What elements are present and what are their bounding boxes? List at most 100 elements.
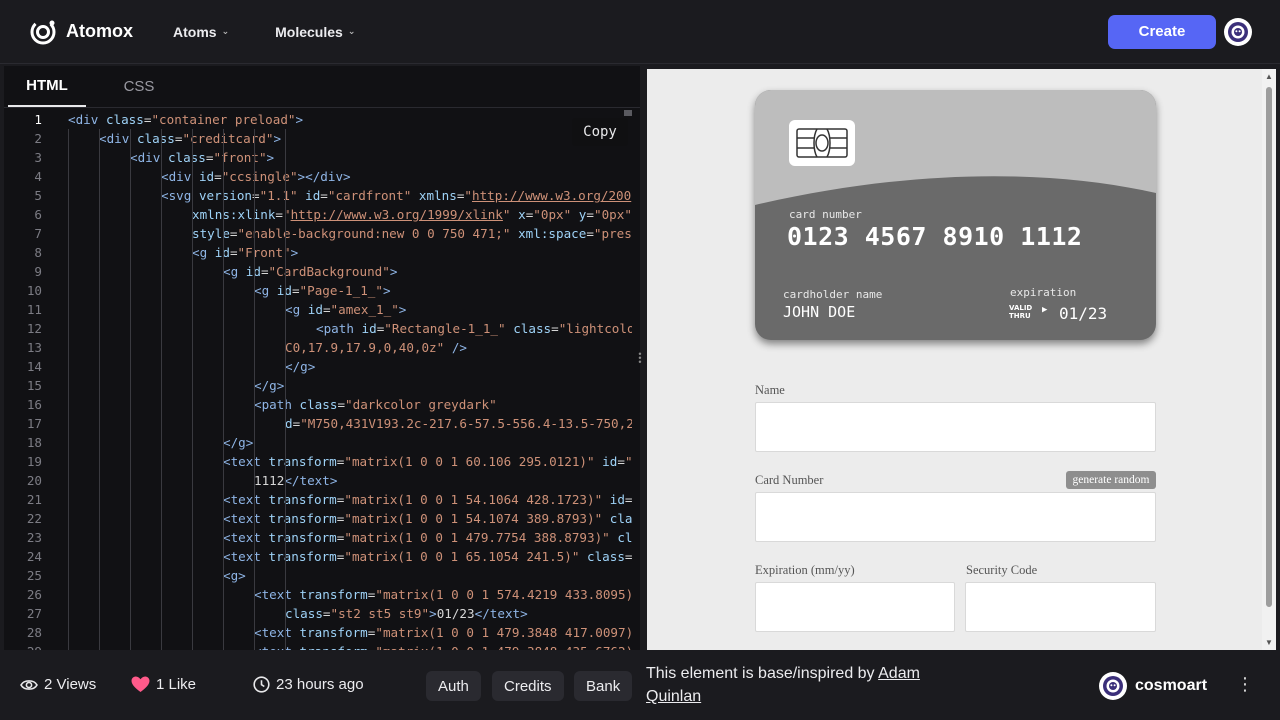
security-code-input[interactable] xyxy=(965,582,1156,632)
code-text: <div class="creditcard"> xyxy=(99,131,282,146)
copy-button[interactable]: Copy xyxy=(572,118,628,146)
line-number: 18 xyxy=(26,435,42,450)
line-number: 20 xyxy=(26,473,42,488)
indent-guide xyxy=(99,129,100,650)
code-scrollbar[interactable] xyxy=(624,110,632,116)
indent-guide xyxy=(68,129,69,650)
tag-credits[interactable]: Credits xyxy=(492,671,564,701)
more-options-icon[interactable]: ⋮ xyxy=(1236,674,1254,695)
inspired-note: This element is base/inspired by Adam Qu… xyxy=(646,662,966,708)
expiration-field-label: Expiration (mm/yy) xyxy=(755,563,855,577)
line-number: 27 xyxy=(26,606,42,621)
line-number: 23 xyxy=(26,530,42,545)
line-number: 17 xyxy=(26,416,42,431)
brand[interactable]: Atomox xyxy=(28,17,133,47)
line-number: 8 xyxy=(34,245,42,260)
expiration-input[interactable] xyxy=(755,582,955,632)
tab-css[interactable]: CSS xyxy=(100,65,178,107)
views-stat: 2 Views xyxy=(20,676,96,693)
nav-molecules-label: Molecules xyxy=(275,23,343,40)
editor-tabs: HTML CSS xyxy=(4,66,640,108)
resize-handle-icon[interactable]: • • • xyxy=(637,350,643,367)
code-text: <text transform="matrix(1 0 0 1 60.106 2… xyxy=(223,454,632,469)
indent-guide xyxy=(223,129,224,650)
name-input[interactable] xyxy=(755,402,1156,452)
line-number: 7 xyxy=(34,226,42,241)
code-text: </g> xyxy=(254,378,285,393)
line-number: 12 xyxy=(26,321,42,336)
tag-auth[interactable]: Auth xyxy=(426,671,481,701)
chip-icon xyxy=(789,120,855,166)
code-text: C0,17.9,17.9,0,40,0z" /> xyxy=(285,340,467,355)
nav-atoms[interactable]: Atoms ⌄ xyxy=(173,24,229,40)
code-text: <text transform="matrix(1 0 0 1 54.1074 … xyxy=(223,511,632,526)
avatar-icon xyxy=(1228,21,1248,42)
credit-card: card number 0123 4567 8910 1112 cardhold… xyxy=(755,90,1156,340)
code-text: style="enable-background:new 0 0 750 471… xyxy=(192,226,632,241)
play-arrow-icon: ▶ xyxy=(1042,305,1048,315)
line-number: 24 xyxy=(26,549,42,564)
inspired-prefix: This element is base/inspired by xyxy=(646,665,879,682)
code-text: <g> xyxy=(223,568,246,583)
author-avatar[interactable] xyxy=(1099,672,1127,700)
line-number: 5 xyxy=(34,188,42,203)
main-nav: Atoms ⌄ Molecules ⌄ xyxy=(173,24,355,40)
brand-name: Atomox xyxy=(66,21,133,41)
line-number: 14 xyxy=(26,359,42,374)
cardholder-label: cardholder name xyxy=(783,288,883,301)
line-number: 19 xyxy=(26,454,42,469)
code-text: <text transform="matrix(1 0 0 1 574.4219… xyxy=(254,587,632,602)
author-name: cosmoart xyxy=(1135,677,1208,694)
code-text: <text transform="matrix(1 0 0 1 479.7754… xyxy=(223,530,632,545)
code-area[interactable]: 1 <div class="container preload"> 2 <div cl… xyxy=(4,110,632,650)
code-text: <svg version="1.1" id="cardfront" xmlns=… xyxy=(161,188,632,203)
code-text: <g id="Page-1_1_"> xyxy=(254,283,391,298)
code-text: <div id="ccsingle"></div> xyxy=(161,169,351,184)
preview-scrollbar[interactable]: ▲ ▼ xyxy=(1262,69,1276,650)
generate-random-button[interactable]: generate random xyxy=(1066,471,1156,489)
cardholder-name: JOHN DOE xyxy=(783,303,856,321)
code-text: xmlns:xlink="http://www.w3.org/1999/xlin… xyxy=(192,207,632,222)
line-number: 11 xyxy=(26,302,42,317)
chevron-down-icon: ⌄ xyxy=(347,26,356,36)
expiration-label: expiration xyxy=(1010,286,1077,299)
code-text: <g id="Front"> xyxy=(192,245,299,260)
line-number: 10 xyxy=(26,283,42,298)
scroll-down-icon[interactable]: ▼ xyxy=(1265,638,1273,647)
heart-icon[interactable] xyxy=(131,676,150,693)
indent-guide xyxy=(285,129,286,650)
code-text: <text transform="matrix(1 0 0 1 479.3848… xyxy=(46,642,632,650)
code-text: <text transform="matrix(1 0 0 1 54.1064 … xyxy=(223,492,632,507)
card-number-label: card number xyxy=(789,208,862,221)
preview-pane: card number 0123 4567 8910 1112 cardhold… xyxy=(647,69,1276,650)
indent-guide xyxy=(130,129,131,650)
name-label: Name xyxy=(755,383,785,397)
line-number: 1 xyxy=(34,112,42,127)
code-line: 1 <div class="container preload"> xyxy=(4,110,632,129)
code-text: <text transform="matrix(1 0 0 1 65.1054 … xyxy=(223,549,632,564)
top-nav: Atomox Atoms ⌄ Molecules ⌄ Create xyxy=(0,0,1280,64)
scroll-up-icon[interactable]: ▲ xyxy=(1265,72,1273,81)
line-number: 6 xyxy=(34,207,42,222)
chevron-down-icon: ⌄ xyxy=(221,26,230,36)
line-number: 3 xyxy=(34,150,42,165)
card-number-input[interactable] xyxy=(755,492,1156,542)
user-avatar[interactable] xyxy=(1224,17,1252,46)
code-text: <g id="amex_1_"> xyxy=(285,302,407,317)
line-number: 21 xyxy=(26,492,42,507)
line-number: 29 xyxy=(4,642,46,650)
code-text: </g> xyxy=(285,359,316,374)
scrollbar-thumb[interactable] xyxy=(1266,87,1272,607)
tag-bank[interactable]: Bank xyxy=(574,671,633,701)
nav-molecules[interactable]: Molecules ⌄ xyxy=(275,24,355,40)
valid-text: VALID xyxy=(1009,304,1033,312)
code-text: class="st2 st5 st9">01/23</text> xyxy=(285,606,528,621)
nav-atoms-label: Atoms xyxy=(173,23,217,40)
likes-stat[interactable]: 1 Like xyxy=(131,676,196,693)
create-button[interactable]: Create xyxy=(1108,14,1216,49)
author[interactable]: cosmoart xyxy=(1099,672,1207,700)
valid-thru: VALID THRU xyxy=(1009,304,1032,320)
tab-html[interactable]: HTML xyxy=(8,65,86,107)
code-editor: HTML CSS 1 <div class="container preload"… xyxy=(4,66,640,650)
thru-text: THRU xyxy=(1009,312,1031,320)
